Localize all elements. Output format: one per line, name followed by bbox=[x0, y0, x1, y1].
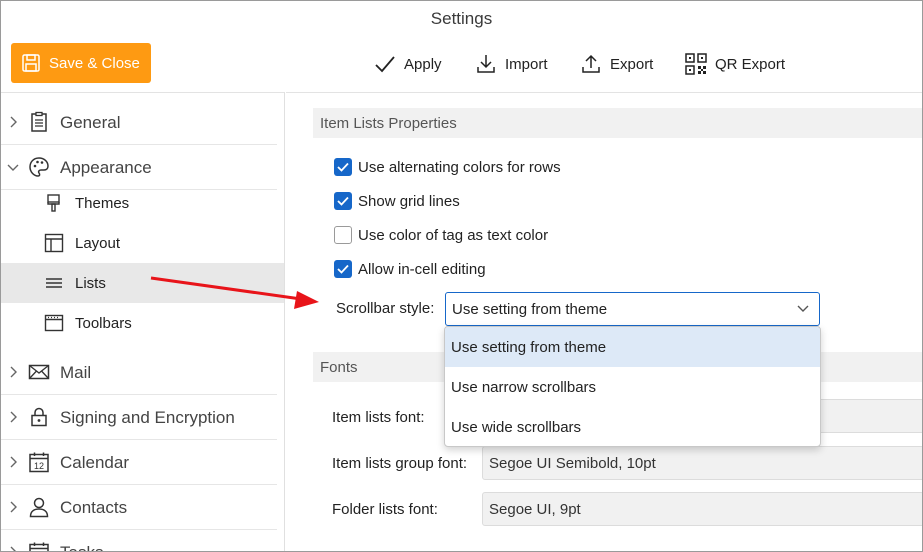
qr-code-icon bbox=[685, 53, 707, 75]
item-lists-group-font-label: Item lists group font: bbox=[332, 455, 468, 472]
checkbox-checked[interactable] bbox=[334, 260, 352, 278]
option-alternating-colors[interactable]: Use alternating colors for rows bbox=[334, 156, 561, 178]
sidebar-item-calendar[interactable]: 12 Calendar bbox=[1, 441, 277, 485]
scrollbar-style-dropdown: Use setting from theme Use narrow scroll… bbox=[444, 326, 821, 447]
chevron-down-icon bbox=[7, 164, 19, 171]
sidebar-item-general[interactable]: General bbox=[1, 101, 277, 145]
dropdown-option-theme[interactable]: Use setting from theme bbox=[445, 327, 820, 367]
scrollbar-style-value: Use setting from theme bbox=[452, 300, 608, 318]
person-icon bbox=[29, 497, 49, 518]
option-in-cell-editing[interactable]: Allow in-cell editing bbox=[334, 258, 486, 280]
chevron-right-icon bbox=[10, 411, 17, 423]
qr-export-button[interactable]: QR Export bbox=[685, 51, 785, 77]
sidebar-item-label: Calendar bbox=[60, 452, 129, 472]
checkmark-icon bbox=[337, 264, 349, 274]
checkbox-checked[interactable] bbox=[334, 192, 352, 210]
checkbox-unchecked[interactable] bbox=[334, 226, 352, 244]
layout-icon bbox=[44, 233, 64, 253]
sidebar-item-label: Signing and Encryption bbox=[60, 407, 235, 427]
item-lists-font-label: Item lists font: bbox=[332, 409, 425, 426]
sidebar-item-layout[interactable]: Layout bbox=[1, 223, 284, 263]
option-label: Use alternating colors for rows bbox=[358, 158, 561, 176]
toolbar-icon bbox=[44, 314, 64, 332]
item-lists-group-font-value: Segoe UI Semibold, 10pt bbox=[489, 454, 656, 472]
sidebar-item-label: Tasks bbox=[60, 543, 103, 551]
item-lists-group-font-field[interactable]: Segoe UI Semibold, 10pt bbox=[482, 446, 922, 480]
chevron-right-icon bbox=[10, 546, 16, 551]
sidebar-item-label: Lists bbox=[75, 274, 106, 292]
toolbar: Apply Import Export QR Export bbox=[1, 51, 922, 77]
export-icon bbox=[582, 54, 600, 73]
export-button[interactable]: Export bbox=[580, 51, 653, 77]
chevron-right-icon bbox=[10, 366, 17, 378]
chevron-down-icon bbox=[797, 305, 809, 312]
option-tag-color-text[interactable]: Use color of tag as text color bbox=[334, 224, 548, 246]
checkbox-checked[interactable] bbox=[334, 158, 352, 176]
import-icon bbox=[477, 55, 495, 73]
settings-window: Settings Save & Close Apply Import Expor… bbox=[0, 0, 923, 552]
sidebar-item-contacts[interactable]: Contacts bbox=[1, 486, 277, 530]
sidebar-item-label: Toolbars bbox=[75, 314, 132, 332]
folder-lists-font-field[interactable]: Segoe UI, 9pt bbox=[482, 492, 922, 526]
sidebar-item-mail[interactable]: Mail bbox=[1, 351, 277, 395]
clipboard-icon bbox=[31, 111, 47, 132]
export-label: Export bbox=[610, 55, 654, 73]
scrollbar-style-select[interactable]: Use setting from theme bbox=[445, 292, 820, 326]
option-label: Allow in-cell editing bbox=[358, 260, 486, 278]
chevron-right-icon bbox=[10, 116, 17, 128]
folder-lists-font-value: Segoe UI, 9pt bbox=[489, 500, 581, 518]
settings-content: Item Lists Properties Use alternating co… bbox=[286, 92, 922, 551]
sidebar-item-label: General bbox=[60, 112, 121, 132]
sidebar-item-themes[interactable]: Themes bbox=[1, 183, 284, 223]
sidebar-item-label: Contacts bbox=[60, 497, 128, 517]
apply-label: Apply bbox=[404, 55, 442, 73]
sidebar-item-tasks[interactable]: Tasks bbox=[1, 531, 277, 551]
settings-sidebar: General Appearance Themes Layout Lists T… bbox=[1, 92, 285, 551]
folder-lists-font-label: Folder lists font: bbox=[332, 501, 438, 518]
sidebar-item-lists[interactable]: Lists bbox=[1, 263, 284, 303]
sidebar-item-signing-encryption[interactable]: Signing and Encryption bbox=[1, 396, 277, 440]
option-label: Use color of tag as text color bbox=[358, 226, 549, 244]
qr-export-label: QR Export bbox=[715, 55, 786, 73]
checkmark-icon bbox=[337, 196, 349, 206]
palette-icon bbox=[29, 157, 49, 177]
scrollbar-style-label: Scrollbar style: bbox=[336, 300, 435, 317]
import-label: Import bbox=[505, 55, 548, 73]
chevron-right-icon bbox=[10, 456, 17, 468]
import-button[interactable]: Import bbox=[475, 51, 548, 77]
list-icon bbox=[46, 278, 62, 288]
apply-button[interactable]: Apply bbox=[374, 51, 442, 77]
checkmark-icon bbox=[375, 56, 395, 73]
envelope-icon bbox=[28, 364, 50, 380]
option-label: Show grid lines bbox=[358, 192, 460, 210]
sidebar-item-label: Layout bbox=[75, 234, 121, 252]
calendar-icon-day: 12 bbox=[34, 461, 44, 471]
tasks-icon bbox=[29, 542, 49, 551]
lock-icon bbox=[31, 407, 47, 427]
sidebar-item-toolbars[interactable]: Toolbars bbox=[1, 303, 284, 343]
dropdown-option-wide[interactable]: Use wide scrollbars bbox=[445, 407, 820, 446]
option-show-grid-lines[interactable]: Show grid lines bbox=[334, 190, 460, 212]
dropdown-option-narrow[interactable]: Use narrow scrollbars bbox=[445, 367, 820, 407]
checkmark-icon bbox=[337, 162, 349, 172]
chevron-right-icon bbox=[10, 501, 17, 513]
sidebar-item-label: Mail bbox=[60, 362, 92, 382]
paint-brush-icon bbox=[47, 194, 60, 212]
item-lists-properties-header: Item Lists Properties bbox=[313, 108, 922, 138]
window-title: Settings bbox=[430, 9, 493, 28]
calendar-icon: 12 bbox=[29, 452, 49, 473]
sidebar-item-label: Themes bbox=[75, 194, 130, 212]
sidebar-item-label: Appearance bbox=[60, 157, 152, 177]
